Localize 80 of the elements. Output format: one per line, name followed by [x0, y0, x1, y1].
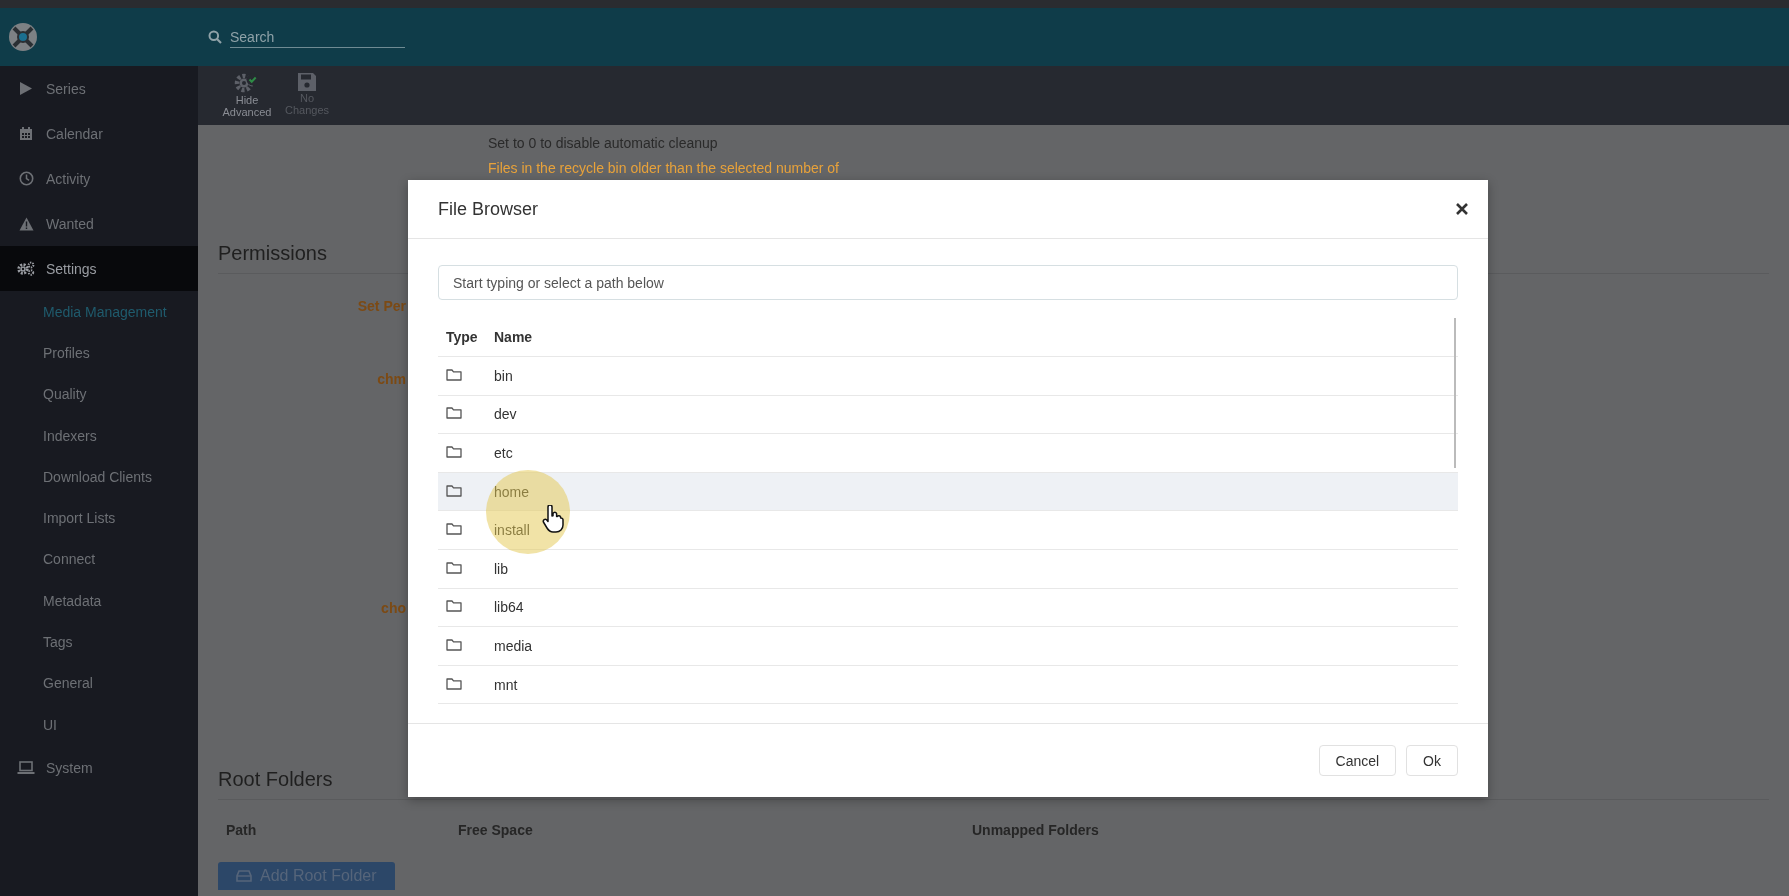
hand-cursor-icon: [542, 505, 564, 533]
sidebar-subitem[interactable]: Tags: [0, 621, 198, 663]
folder-icon: [446, 483, 462, 497]
sidebar-item[interactable]: Series: [0, 66, 198, 111]
sidebar-item[interactable]: Calendar: [0, 111, 198, 156]
gears-icon: [17, 261, 35, 276]
help-text: Set to 0 to disable automatic cleanup: [488, 135, 719, 151]
field-label: Set Per: [356, 298, 406, 314]
search-icon: [208, 30, 222, 44]
folder-icon: [446, 445, 462, 458]
sidebar-label: System: [46, 759, 93, 776]
sidebar-item[interactable]: Wanted: [0, 201, 198, 246]
save-icon: [297, 72, 317, 92]
folder-row[interactable]: lib: [438, 549, 1458, 589]
sidebar-subitem[interactable]: General: [0, 662, 198, 704]
folder-icon: [446, 522, 462, 536]
sidebar-subitem[interactable]: Indexers: [0, 414, 198, 457]
sidebar-subitem[interactable]: Profiles: [0, 332, 198, 374]
folder-icon: [446, 676, 462, 690]
sidebar-subitem[interactable]: Metadata: [0, 580, 198, 622]
folder-row[interactable]: lib64: [438, 588, 1458, 628]
logo-icon[interactable]: [8, 22, 38, 52]
gear-check-icon: [234, 72, 260, 94]
close-icon: [1456, 203, 1468, 215]
folder-icon: [446, 560, 462, 574]
play-icon: [19, 81, 33, 96]
column-header: Type: [446, 329, 479, 345]
sidebar-item[interactable]: Activity: [0, 156, 198, 201]
folder-name: install: [494, 522, 531, 539]
scrollbar[interactable]: [1454, 318, 1456, 468]
folder-icon: [446, 637, 462, 651]
folder-name: lib64: [494, 599, 525, 616]
sidebar-subitem[interactable]: Quality: [0, 373, 198, 415]
sidebar-subitem[interactable]: UI: [0, 703, 198, 746]
folder-name: media: [494, 637, 534, 654]
close-button[interactable]: [1456, 203, 1468, 215]
folder-icon: [446, 599, 462, 613]
toolbar-button[interactable]: Hide Advanced: [220, 72, 274, 118]
field-label: cho: [380, 600, 406, 616]
sidebar-subitem[interactable]: Media Management: [0, 291, 198, 333]
folder-row[interactable]: media: [438, 627, 1458, 666]
warning-icon: [18, 216, 34, 231]
dialog-button[interactable]: Ok: [1406, 745, 1458, 776]
laptop-icon: [17, 760, 35, 775]
folder-row[interactable]: bin: [438, 357, 1458, 396]
sidebar-label: Calendar: [46, 125, 103, 142]
folder-name: lib: [494, 560, 509, 577]
sidebar-label: Activity: [46, 170, 91, 187]
calendar-icon: [19, 126, 33, 141]
sidebar-subitem[interactable]: Download Clients: [0, 456, 198, 498]
dialog-button[interactable]: Cancel: [1318, 745, 1397, 776]
drive-icon: [236, 870, 252, 882]
folder-icon: [446, 406, 462, 420]
column-header: Free Space: [458, 822, 534, 838]
folder-row[interactable]: dev: [438, 395, 1458, 435]
sidebar-label: Wanted: [46, 215, 94, 232]
clock-icon: [18, 171, 34, 186]
warning-text: Files in the recycle bin older than the selected number of: [488, 160, 840, 176]
field-label: chm: [376, 371, 406, 387]
sidebar-item[interactable]: Settings: [0, 246, 198, 291]
folder-row[interactable]: mnt: [438, 665, 1458, 705]
folder-row[interactable]: etc: [438, 434, 1458, 473]
folder-name: etc: [494, 445, 514, 461]
sidebar-item[interactable]: System: [0, 745, 198, 791]
folder-name: home: [494, 483, 531, 500]
folder-name: dev: [494, 406, 518, 423]
search-field[interactable]: Search: [230, 26, 405, 48]
folder-name: bin: [494, 367, 514, 384]
dialog-title: File Browser: [438, 198, 539, 220]
column-header: Unmapped Folders: [972, 822, 1100, 838]
column-header: Name: [494, 329, 534, 345]
folder-icon: [446, 367, 462, 381]
folder-row[interactable]: home: [438, 472, 1458, 512]
path-field[interactable]: Start typing or select a path below: [438, 265, 1458, 300]
column-header: Path: [226, 822, 258, 838]
sidebar-label: Settings: [46, 260, 97, 277]
sidebar-label: Series: [46, 80, 86, 97]
sidebar-subitem[interactable]: Import Lists: [0, 497, 198, 539]
sidebar-subitem[interactable]: Connect: [0, 538, 198, 581]
folder-name: mnt: [494, 676, 519, 693]
